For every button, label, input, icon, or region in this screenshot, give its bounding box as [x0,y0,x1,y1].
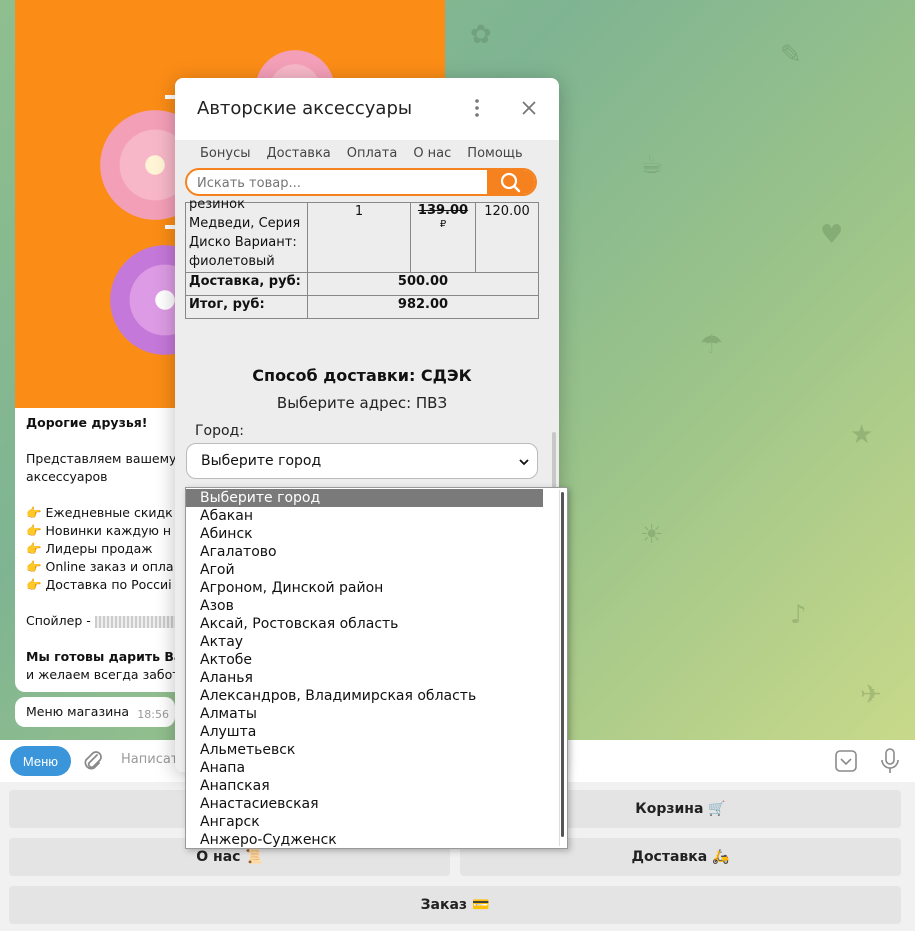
spoiler[interactable] [94,615,175,628]
menu-button[interactable]: Меню [10,746,71,776]
currency-symbol: ₽ [439,219,447,230]
delivery-label: Доставка, руб: [185,272,308,296]
city-option[interactable]: Алушта [186,723,543,741]
city-option[interactable]: Абакан [186,507,543,525]
city-option[interactable]: Агалатово [186,543,543,561]
item-old-price-cell: 139.00 ₽ [410,202,476,273]
dropdown-options: Выберите город Абакан Абинск Агалатово Агой А… [186,488,567,848]
modal-title: Авторские аксессуары [197,98,413,119]
city-label: Город: [195,423,244,439]
menu-message-bubble: Меню магазина 18:56 [15,697,175,727]
city-option[interactable]: Ангарск [186,813,543,831]
table-row: резинок Медведи, Серия Диско Вариант: фи… [185,197,539,273]
doodle-icon: ✎ [780,40,802,70]
search-bar [185,168,537,196]
nav-payment[interactable]: Оплата [347,146,398,161]
city-select[interactable]: Выберите город [186,443,538,479]
item-name-line: Медведи, Серия [189,216,301,231]
item-name-cell: резинок Медведи, Серия Диско Вариант: фи… [185,197,308,273]
message-text: Меню магазина [26,704,130,719]
city-option[interactable]: Анастасиевская [186,795,543,813]
total-value: 982.00 [307,295,539,319]
message-time: 18:56 [137,708,169,721]
item-name: резинок Медведи, Серия Диско Вариант: фи… [189,195,304,271]
doodle-icon: ♥ [820,220,844,250]
dropdown-scrollbar[interactable] [559,490,565,846]
doodle-icon: ✿ [470,20,492,50]
chevron-down-icon [519,459,529,466]
nav-bonuses[interactable]: Бонусы [200,146,250,161]
item-price: 120.00 [475,202,539,273]
city-option[interactable]: Александров, Владимирская область [186,687,543,705]
city-option[interactable]: Аланья [186,669,543,687]
item-name-line: резинок [189,197,245,212]
search-button[interactable] [487,170,535,194]
city-option[interactable]: Агроном, Динской район [186,579,543,597]
doodle-icon: ☕ [640,150,664,180]
order-button[interactable]: Заказ 💳 [9,886,901,924]
item-name-line: фиолетовый [189,254,275,269]
city-option[interactable]: Актобе [186,651,543,669]
item-qty: 1 [307,202,411,273]
dropdown-scroll-thumb[interactable] [561,492,564,837]
nav-delivery[interactable]: Доставка [266,146,330,161]
nav-help[interactable]: Помощь [467,146,522,161]
city-option[interactable]: Азов [186,597,543,615]
delivery-value: 500.00 [307,272,539,296]
city-option[interactable]: Анапа [186,759,543,777]
city-option[interactable]: Актау [186,633,543,651]
item-name-line: Диско Вариант: [189,235,297,250]
doodle-icon: ☂ [700,330,724,360]
spoiler-label: Спойлер - [26,613,95,628]
doodle-icon: ★ [850,420,874,450]
city-option[interactable]: Альметьевск [186,741,543,759]
city-select-value: Выберите город [201,453,322,469]
cart-table: резинок Медведи, Серия Диско Вариант: фи… [185,197,539,319]
close-icon[interactable] [519,98,539,118]
city-dropdown-list: Выберите город Абакан Абинск Агалатово Агой А… [185,487,568,849]
city-option[interactable]: Анапская [186,777,543,795]
shipping-address-type: Выберите адрес: ПВЗ [276,394,448,412]
city-option[interactable]: Выберите город [186,489,543,507]
city-option[interactable]: Аксай, Ростовская область [186,615,543,633]
doodle-icon: ☀ [640,520,664,550]
search-icon [500,172,521,193]
search-input[interactable] [187,170,499,194]
shop-nav: Бонусы Доставка Оплата О нас Помощь [185,146,555,161]
doodle-icon: ✈ [860,680,882,710]
shipping-method-title: Способ доставки: СДЭК [252,366,472,385]
nav-about[interactable]: О нас [413,146,451,161]
total-label: Итог, руб: [185,295,308,319]
city-option[interactable]: Абинск [186,525,543,543]
city-option[interactable]: Анжеро-Судженск [186,831,543,848]
table-row: Доставка, руб: 500.00 [185,272,539,296]
more-options-icon[interactable] [471,98,483,118]
bot-keyboard-toggle-icon[interactable] [835,750,857,772]
doodle-icon: ♪ [790,600,807,630]
table-row: Итог, руб: 982.00 [185,295,539,319]
item-old-price: 139.00 [417,203,469,218]
city-option[interactable]: Алматы [186,705,543,723]
city-option[interactable]: Агой [186,561,543,579]
microphone-icon[interactable] [880,748,900,774]
attach-icon[interactable] [82,748,104,774]
